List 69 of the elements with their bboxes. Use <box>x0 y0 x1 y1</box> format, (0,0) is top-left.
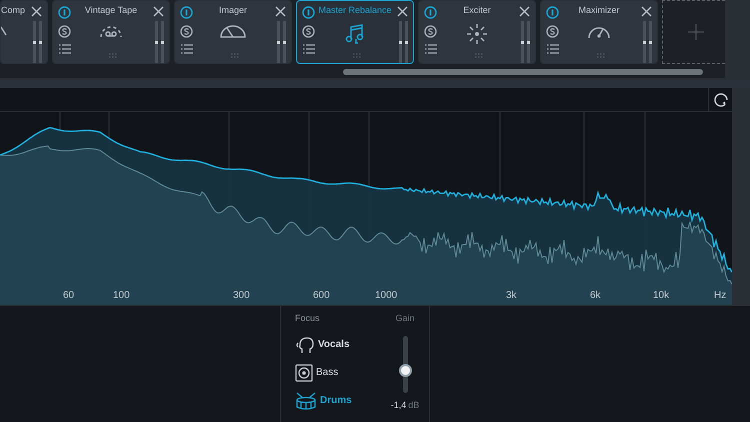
module-title: Maximizer <box>578 5 620 15</box>
focus-option[interactable]: Bass <box>295 364 365 382</box>
level-meters-icon <box>643 21 652 63</box>
frequency-label: 3k <box>506 289 517 303</box>
gain-unit: dB <box>408 398 420 412</box>
close-icon[interactable] <box>153 6 164 17</box>
module-card[interactable]: Comp <box>0 0 48 64</box>
module-title: Master Rebalance <box>318 5 392 15</box>
level-meters-icon <box>33 21 42 63</box>
module-card[interactable]: Vintage Tape <box>52 0 170 64</box>
close-icon[interactable] <box>397 6 408 17</box>
head-profile-icon <box>295 336 315 354</box>
solo-button-icon[interactable] <box>546 25 559 38</box>
gain-heading: Gain <box>395 312 414 325</box>
list-menu-icon[interactable] <box>302 44 314 54</box>
frequency-label: 600 <box>313 289 330 303</box>
speaker-icon <box>295 364 313 382</box>
frequency-label: 300 <box>233 289 250 303</box>
solo-button-icon[interactable] <box>302 25 315 38</box>
power-button-icon[interactable] <box>546 6 559 19</box>
close-icon[interactable] <box>275 6 286 17</box>
module-card[interactable]: Master Rebalance <box>296 0 414 64</box>
drum-icon <box>295 392 317 410</box>
refresh-icon <box>712 92 728 108</box>
power-button-icon[interactable] <box>424 6 437 19</box>
drag-grip-icon[interactable] <box>597 53 605 58</box>
module-title: Exciter <box>463 5 491 15</box>
module-title: Imager <box>218 5 247 15</box>
level-meters-icon <box>399 21 408 63</box>
close-icon[interactable] <box>31 6 42 17</box>
level-meters-icon <box>521 21 530 63</box>
drag-grip-icon[interactable] <box>109 53 117 58</box>
module-card[interactable]: Exciter <box>418 0 536 64</box>
sparkle-icon <box>465 23 489 45</box>
frequency-label: 6k <box>590 289 601 303</box>
frequency-label: 60 <box>63 289 74 303</box>
power-button-icon[interactable] <box>58 6 71 19</box>
frequency-label: 10k <box>653 289 670 303</box>
focus-option[interactable]: Drums <box>295 392 365 410</box>
power-button-icon[interactable] <box>302 6 315 19</box>
frequency-label: 1000 <box>375 289 398 303</box>
list-menu-icon[interactable] <box>546 44 558 54</box>
list-menu-icon[interactable] <box>424 44 436 54</box>
level-meters-icon <box>155 21 164 63</box>
focus-option[interactable]: Vocals <box>295 336 365 354</box>
close-icon[interactable] <box>519 6 530 17</box>
frequency-label: Hz <box>714 289 726 303</box>
music-note-icon <box>344 23 366 45</box>
module-card[interactable]: Imager <box>174 0 292 64</box>
frequency-label: 100 <box>113 289 130 303</box>
drag-grip-icon[interactable] <box>231 53 239 58</box>
gain-value: -1,4 <box>390 398 406 412</box>
power-button-icon[interactable] <box>180 6 193 19</box>
solo-button-icon[interactable] <box>58 25 71 38</box>
level-meters-icon <box>277 21 286 63</box>
list-menu-icon[interactable] <box>58 44 70 54</box>
gain-slider-thumb[interactable] <box>398 364 412 378</box>
plus-icon <box>688 24 704 40</box>
module-title: Comp <box>1 5 26 15</box>
drag-grip-icon[interactable] <box>475 53 483 58</box>
solo-button-icon[interactable] <box>180 25 193 38</box>
list-menu-icon[interactable] <box>180 44 192 54</box>
close-icon[interactable] <box>641 6 652 17</box>
module-card[interactable]: Maximizer <box>540 0 658 64</box>
focus-heading: Focus <box>295 312 321 325</box>
drag-grip-icon[interactable] <box>353 53 361 58</box>
scrollbar-thumb[interactable] <box>343 69 703 75</box>
solo-button-icon[interactable] <box>424 25 437 38</box>
module-title: Vintage Tape <box>84 5 138 15</box>
